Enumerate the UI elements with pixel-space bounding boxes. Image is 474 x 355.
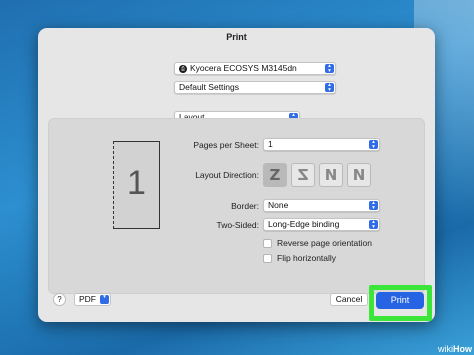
chevron-updown-icon: ▴▾	[369, 139, 378, 149]
dialog-title: Print	[226, 32, 247, 42]
flip-horizontally-label: Flip horizontally	[277, 253, 337, 263]
border-value: None	[268, 200, 289, 210]
layout-direction-reverse-n-button[interactable]: N	[347, 163, 371, 187]
flip-horizontally-checkbox[interactable]	[263, 254, 272, 263]
presets-select[interactable]: Default Settings ▴ ▾	[174, 81, 336, 94]
chevron-updown-icon: ▴▾	[369, 200, 378, 210]
layout-panel: 1 Pages per Sheet: 1 ▴ ▾ Layout Direction…	[48, 118, 425, 294]
cancel-button[interactable]: Cancel	[330, 293, 368, 306]
chevron-updown-icon: ▴▾	[325, 82, 334, 92]
page-preview: 1	[113, 141, 160, 229]
two-sided-value: Long-Edge binding	[268, 219, 340, 229]
dropdown-chevron-icon: ▾	[100, 294, 109, 304]
print-dialog: Print Printer: ⎙Kyocera ECOSYS M3145dn ▴…	[38, 28, 435, 322]
pages-per-sheet-label: Pages per Sheet:	[193, 140, 259, 150]
help-icon: ?	[57, 295, 62, 304]
layout-direction-z-button[interactable]: Z	[263, 163, 287, 187]
preview-page-number: 1	[127, 164, 146, 202]
layout-direction-reverse-z-button[interactable]: Z	[291, 163, 315, 187]
chevron-updown-icon: ▴▾	[325, 63, 334, 73]
pdf-label: PDF	[79, 294, 96, 304]
border-label: Border:	[231, 201, 259, 211]
chevron-updown-icon: ▴▾	[369, 219, 378, 229]
presets-value: Default Settings	[179, 82, 240, 92]
two-sided-select[interactable]: Long-Edge binding ▴ ▾	[263, 218, 380, 231]
printer-value: Kyocera ECOSYS M3145dn	[190, 63, 297, 73]
border-select[interactable]: None ▴ ▾	[263, 199, 380, 212]
layout-direction-label: Layout Direction:	[195, 170, 259, 180]
reverse-orientation-checkbox[interactable]	[263, 239, 272, 248]
pages-per-sheet-value: 1	[268, 139, 273, 149]
printer-icon: ⎙	[179, 64, 187, 73]
reverse-orientation-label: Reverse page orientation	[277, 238, 372, 248]
print-button[interactable]: Print	[376, 292, 424, 309]
layout-direction-n-button[interactable]: N	[319, 163, 343, 187]
printer-select[interactable]: ⎙ Kyocera ECOSYS M3145dn ▴ ▾	[174, 62, 336, 75]
two-sided-label: Two-Sided:	[216, 220, 259, 230]
pages-per-sheet-select[interactable]: 1 ▴ ▾	[263, 138, 380, 151]
pdf-menu-button[interactable]: PDF ▾	[74, 293, 111, 306]
wikihow-watermark: wikiHow	[438, 344, 472, 354]
help-button[interactable]: ?	[53, 293, 66, 306]
